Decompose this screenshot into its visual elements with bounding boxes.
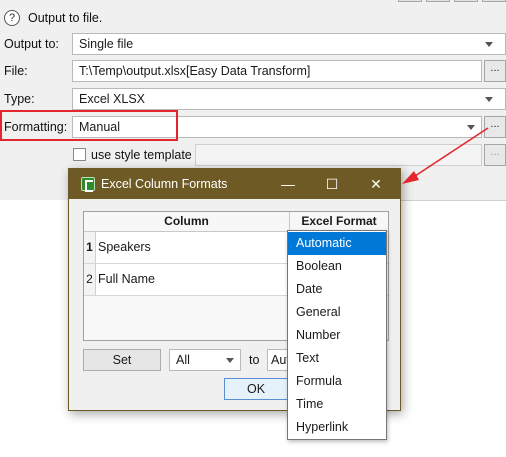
output-to-combo[interactable]: Single file [72,33,506,55]
top-toolbar-button-1[interactable] [398,0,422,2]
ok-button[interactable]: OK [224,378,288,400]
formatting-highlight-box [0,110,178,141]
row-number: 2 [84,264,96,295]
to-format-select[interactable]: Aut [267,349,289,371]
file-path-value: T:\Temp\output.xlsx[Easy Data Transform] [79,64,311,78]
dropdown-option-date[interactable]: Date [288,278,386,301]
divider [401,200,506,201]
column-cell[interactable]: Speakers [98,232,151,262]
chevron-down-icon [485,42,493,47]
excel-format-header[interactable]: Excel Format [289,212,388,232]
file-label: File: [4,64,28,78]
excel-app-icon [81,177,95,192]
chevron-down-icon [467,125,475,130]
dropdown-option-text[interactable]: Text [288,347,386,370]
dropdown-option-formula[interactable]: Formula [288,370,386,393]
type-combo[interactable]: Excel XLSX [72,88,506,110]
style-template-label: use style template [91,148,192,162]
column-cell[interactable]: Full Name [98,264,155,294]
dropdown-option-hyperlink[interactable]: Hyperlink [288,416,386,439]
browse-template-button[interactable]: ... [484,144,506,166]
dialog-title: Excel Column Formats [101,177,228,191]
top-toolbar-button-3[interactable] [454,0,478,2]
style-template-checkbox[interactable] [73,148,86,161]
top-toolbar-button-4[interactable] [482,0,506,2]
dropdown-option-boolean[interactable]: Boolean [288,255,386,278]
close-icon[interactable]: ✕ [367,175,385,193]
from-format-value: All [176,353,190,367]
row-number: 1 [84,232,96,263]
chevron-down-icon [485,97,493,102]
top-toolbar-button-2[interactable] [426,0,450,2]
dropdown-option-automatic[interactable]: Automatic [288,232,386,255]
type-value: Excel XLSX [79,92,146,106]
panel-left-margin [0,200,66,457]
output-to-value: Single file [79,37,134,51]
file-path-input[interactable]: T:\Temp\output.xlsx[Easy Data Transform] [72,60,482,82]
chevron-down-icon [226,358,234,363]
help-icon[interactable]: ? [4,10,20,26]
excel-format-dropdown[interactable]: Automatic Boolean Date General Number Te… [287,230,387,440]
output-to-file-label: Output to file. [28,11,103,25]
edit-formatting-button[interactable]: ... [484,116,506,138]
maximize-icon[interactable]: ☐ [323,175,341,193]
style-template-path-input[interactable] [195,144,482,166]
browse-file-button[interactable]: ... [484,60,506,82]
set-button[interactable]: Set [83,349,161,371]
dropdown-option-time[interactable]: Time [288,393,386,416]
dropdown-option-number[interactable]: Number [288,324,386,347]
output-to-label: Output to: [4,37,59,51]
column-header[interactable]: Column [84,212,289,232]
type-label: Type: [4,92,35,106]
to-label: to [249,353,260,367]
dialog-titlebar[interactable]: Excel Column Formats — ☐ ✕ [69,169,400,199]
dropdown-option-general[interactable]: General [288,301,386,324]
from-format-select[interactable]: All [169,349,241,371]
minimize-icon[interactable]: — [279,175,297,193]
